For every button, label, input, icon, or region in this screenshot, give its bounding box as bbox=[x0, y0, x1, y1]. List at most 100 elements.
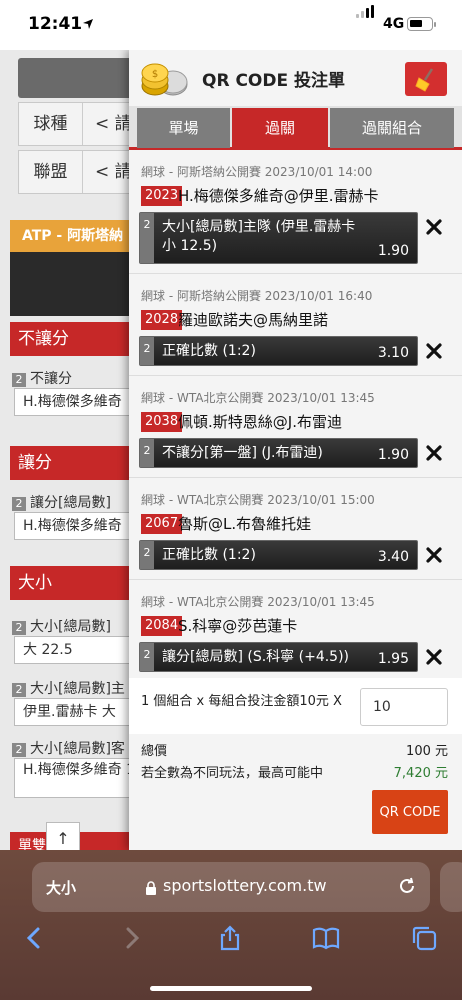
bet-selection: 2 正確比數 (1:2) 3.40 bbox=[139, 540, 418, 570]
browser-toolbar: 大小 sportslottery.com.tw bbox=[0, 850, 462, 1000]
market-index: 2 bbox=[12, 497, 26, 511]
selection-index: 2 bbox=[140, 643, 154, 671]
remove-bet-icon[interactable] bbox=[425, 218, 443, 236]
reload-icon[interactable] bbox=[396, 875, 418, 897]
combo-row: 1 個組合 x 每組合投注金額10元 X bbox=[129, 678, 462, 734]
selection-odds: 3.10 bbox=[377, 345, 409, 361]
market-index: 2 bbox=[12, 683, 26, 697]
bet-meta: 網球 - WTA北京公開賽 2023/10/01 15:00 bbox=[141, 493, 375, 507]
remove-bet-icon[interactable] bbox=[425, 444, 443, 462]
lock-icon bbox=[146, 881, 156, 895]
market-text: 大小[總局數]客 bbox=[30, 741, 125, 757]
clear-slip-button[interactable] bbox=[405, 62, 447, 96]
selection-text: 正確比數 (1:2) bbox=[162, 547, 256, 563]
clock: 12:41 bbox=[28, 14, 83, 34]
market-label: 2 不讓分 bbox=[12, 368, 72, 388]
selection-index: 2 bbox=[140, 439, 154, 467]
selection-odds: 1.90 bbox=[377, 447, 409, 463]
market-text: 大小[總局數] bbox=[30, 619, 111, 635]
bet-card: 網球 - WTA北京公開賽 2023/10/01 13:45 2038 佩頓.斯… bbox=[129, 376, 462, 478]
market-index: 2 bbox=[12, 743, 26, 757]
bet-meta: 網球 - WTA北京公開賽 2023/10/01 13:45 bbox=[141, 391, 375, 405]
market-label: 2 讓分[總局數] bbox=[12, 492, 111, 512]
back-icon[interactable] bbox=[20, 924, 48, 952]
selection-text: 不讓分[第一盤] (J.布雷迪) bbox=[162, 445, 323, 461]
tab-single[interactable]: 單場 bbox=[137, 108, 230, 148]
bet-selection: 2 正確比數 (1:2) 3.10 bbox=[139, 336, 418, 366]
selection-text: 大小[總局數]主隊 (伊里.雷赫卡 小 12.5) bbox=[162, 219, 356, 254]
max-win-value: 7,420 元 bbox=[393, 766, 448, 781]
remove-bet-icon[interactable] bbox=[425, 648, 443, 666]
total-value: 100 元 bbox=[406, 744, 448, 759]
bet-meta: 網球 - 阿斯塔納公開賽 2023/10/01 14:00 bbox=[141, 165, 373, 179]
market-index: 2 bbox=[12, 621, 26, 635]
tab-parlay[interactable]: 過關 bbox=[232, 108, 328, 148]
total-label: 總價 bbox=[141, 744, 168, 759]
bet-slip-panel: $ QR CODE 投注單 單場 過關 過關組合 網球 - 阿斯塔納公開賽 20… bbox=[129, 50, 462, 850]
market-text: 大小[總局數]主 bbox=[30, 681, 125, 697]
coins-icon: $ bbox=[141, 63, 188, 96]
match-name: H.梅德傑多維奇@伊里.雷赫卡 bbox=[178, 187, 379, 205]
selection-index: 2 bbox=[140, 541, 154, 569]
max-win-label: 若全數為不同玩法，最高可能中 bbox=[141, 766, 324, 781]
network-label: 4G bbox=[383, 16, 405, 32]
forward-icon[interactable] bbox=[118, 924, 146, 952]
tabs-icon[interactable] bbox=[410, 924, 438, 952]
game-number: 2067 bbox=[141, 514, 183, 534]
remove-bet-icon[interactable] bbox=[425, 546, 443, 564]
tab-parlay-combo[interactable]: 過關組合 bbox=[330, 108, 454, 148]
game-number: 2038 bbox=[141, 412, 183, 432]
panel-title: QR CODE 投注單 bbox=[202, 71, 346, 91]
filter-label: 球種 bbox=[19, 103, 83, 145]
game-number: 2023 bbox=[141, 186, 183, 206]
game-number: 2084 bbox=[141, 616, 183, 636]
next-tab-peek[interactable] bbox=[440, 862, 462, 912]
battery-icon bbox=[407, 17, 433, 31]
bet-card: 網球 - WTA北京公開賽 2023/10/01 13:45 2084 S.科寧… bbox=[129, 580, 462, 682]
combo-description: 1 個組合 x 每組合投注金額10元 X bbox=[141, 694, 342, 709]
share-icon[interactable] bbox=[216, 924, 244, 952]
bookmarks-icon[interactable] bbox=[312, 924, 340, 952]
remove-bet-icon[interactable] bbox=[425, 342, 443, 360]
location-arrow-icon bbox=[83, 19, 93, 29]
url-text: sportslottery.com.tw bbox=[163, 876, 327, 895]
market-label: 2 大小[總局數] bbox=[12, 616, 111, 636]
selection-odds: 3.40 bbox=[377, 549, 409, 565]
battery-cap bbox=[434, 22, 436, 27]
match-name: 佩頓.斯特恩絲@J.布雷迪 bbox=[178, 413, 342, 431]
selection-text: 讓分[總局數] (S.科寧 (+4.5)) bbox=[162, 649, 350, 665]
bet-selection: 2 大小[總局數]主隊 (伊里.雷赫卡 小 12.5) 1.90 bbox=[139, 212, 418, 264]
address-bar[interactable]: 大小 sportslottery.com.tw bbox=[32, 862, 430, 912]
reader-settings-button[interactable]: 大小 bbox=[46, 877, 76, 898]
market-index: 2 bbox=[12, 373, 26, 387]
selection-text: 正確比數 (1:2) bbox=[162, 343, 256, 359]
bet-amount-input[interactable] bbox=[360, 688, 448, 726]
qr-code-button[interactable]: QR CODE bbox=[372, 790, 448, 834]
selection-index: 2 bbox=[140, 213, 154, 263]
home-indicator bbox=[150, 986, 312, 991]
filter-label: 聯盟 bbox=[19, 151, 83, 193]
match-name: 羅迪歐諾夫@馬納里諾 bbox=[178, 311, 329, 329]
market-label: 2 大小[總局數]主 bbox=[12, 678, 125, 698]
panel-header: $ QR CODE 投注單 bbox=[129, 50, 462, 106]
game-number: 2028 bbox=[141, 310, 183, 330]
bet-card: 網球 - 阿斯塔納公開賽 2023/10/01 16:40 2028 羅迪歐諾夫… bbox=[129, 274, 462, 376]
match-name: 魯斯@L.布魯維托娃 bbox=[178, 515, 312, 533]
bet-card: 網球 - 阿斯塔納公開賽 2023/10/01 14:00 2023 H.梅德傑… bbox=[129, 150, 462, 274]
bet-selection: 2 讓分[總局數] (S.科寧 (+4.5)) 1.95 bbox=[139, 642, 418, 672]
bet-meta: 網球 - 阿斯塔納公開賽 2023/10/01 16:40 bbox=[141, 289, 373, 303]
bet-card: 網球 - WTA北京公開賽 2023/10/01 15:00 2067 魯斯@L… bbox=[129, 478, 462, 580]
market-label: 2 大小[總局數]客 bbox=[12, 738, 125, 758]
selection-odds: 1.90 bbox=[377, 243, 409, 259]
bet-selection: 2 不讓分[第一盤] (J.布雷迪) 1.90 bbox=[139, 438, 418, 468]
selection-odds: 1.95 bbox=[377, 651, 409, 667]
market-text: 不讓分 bbox=[30, 371, 72, 387]
filter-value: < 請 bbox=[95, 114, 132, 134]
filter-value: < 請 bbox=[95, 162, 132, 182]
market-text: 讓分[總局數] bbox=[30, 495, 111, 511]
selection-index: 2 bbox=[140, 337, 154, 365]
svg-text:$: $ bbox=[152, 69, 158, 80]
match-name: S.科寧@莎芭蓮卡 bbox=[178, 617, 298, 635]
status-bar: 12:41 4G bbox=[0, 0, 462, 50]
bet-meta: 網球 - WTA北京公開賽 2023/10/01 13:45 bbox=[141, 595, 375, 609]
